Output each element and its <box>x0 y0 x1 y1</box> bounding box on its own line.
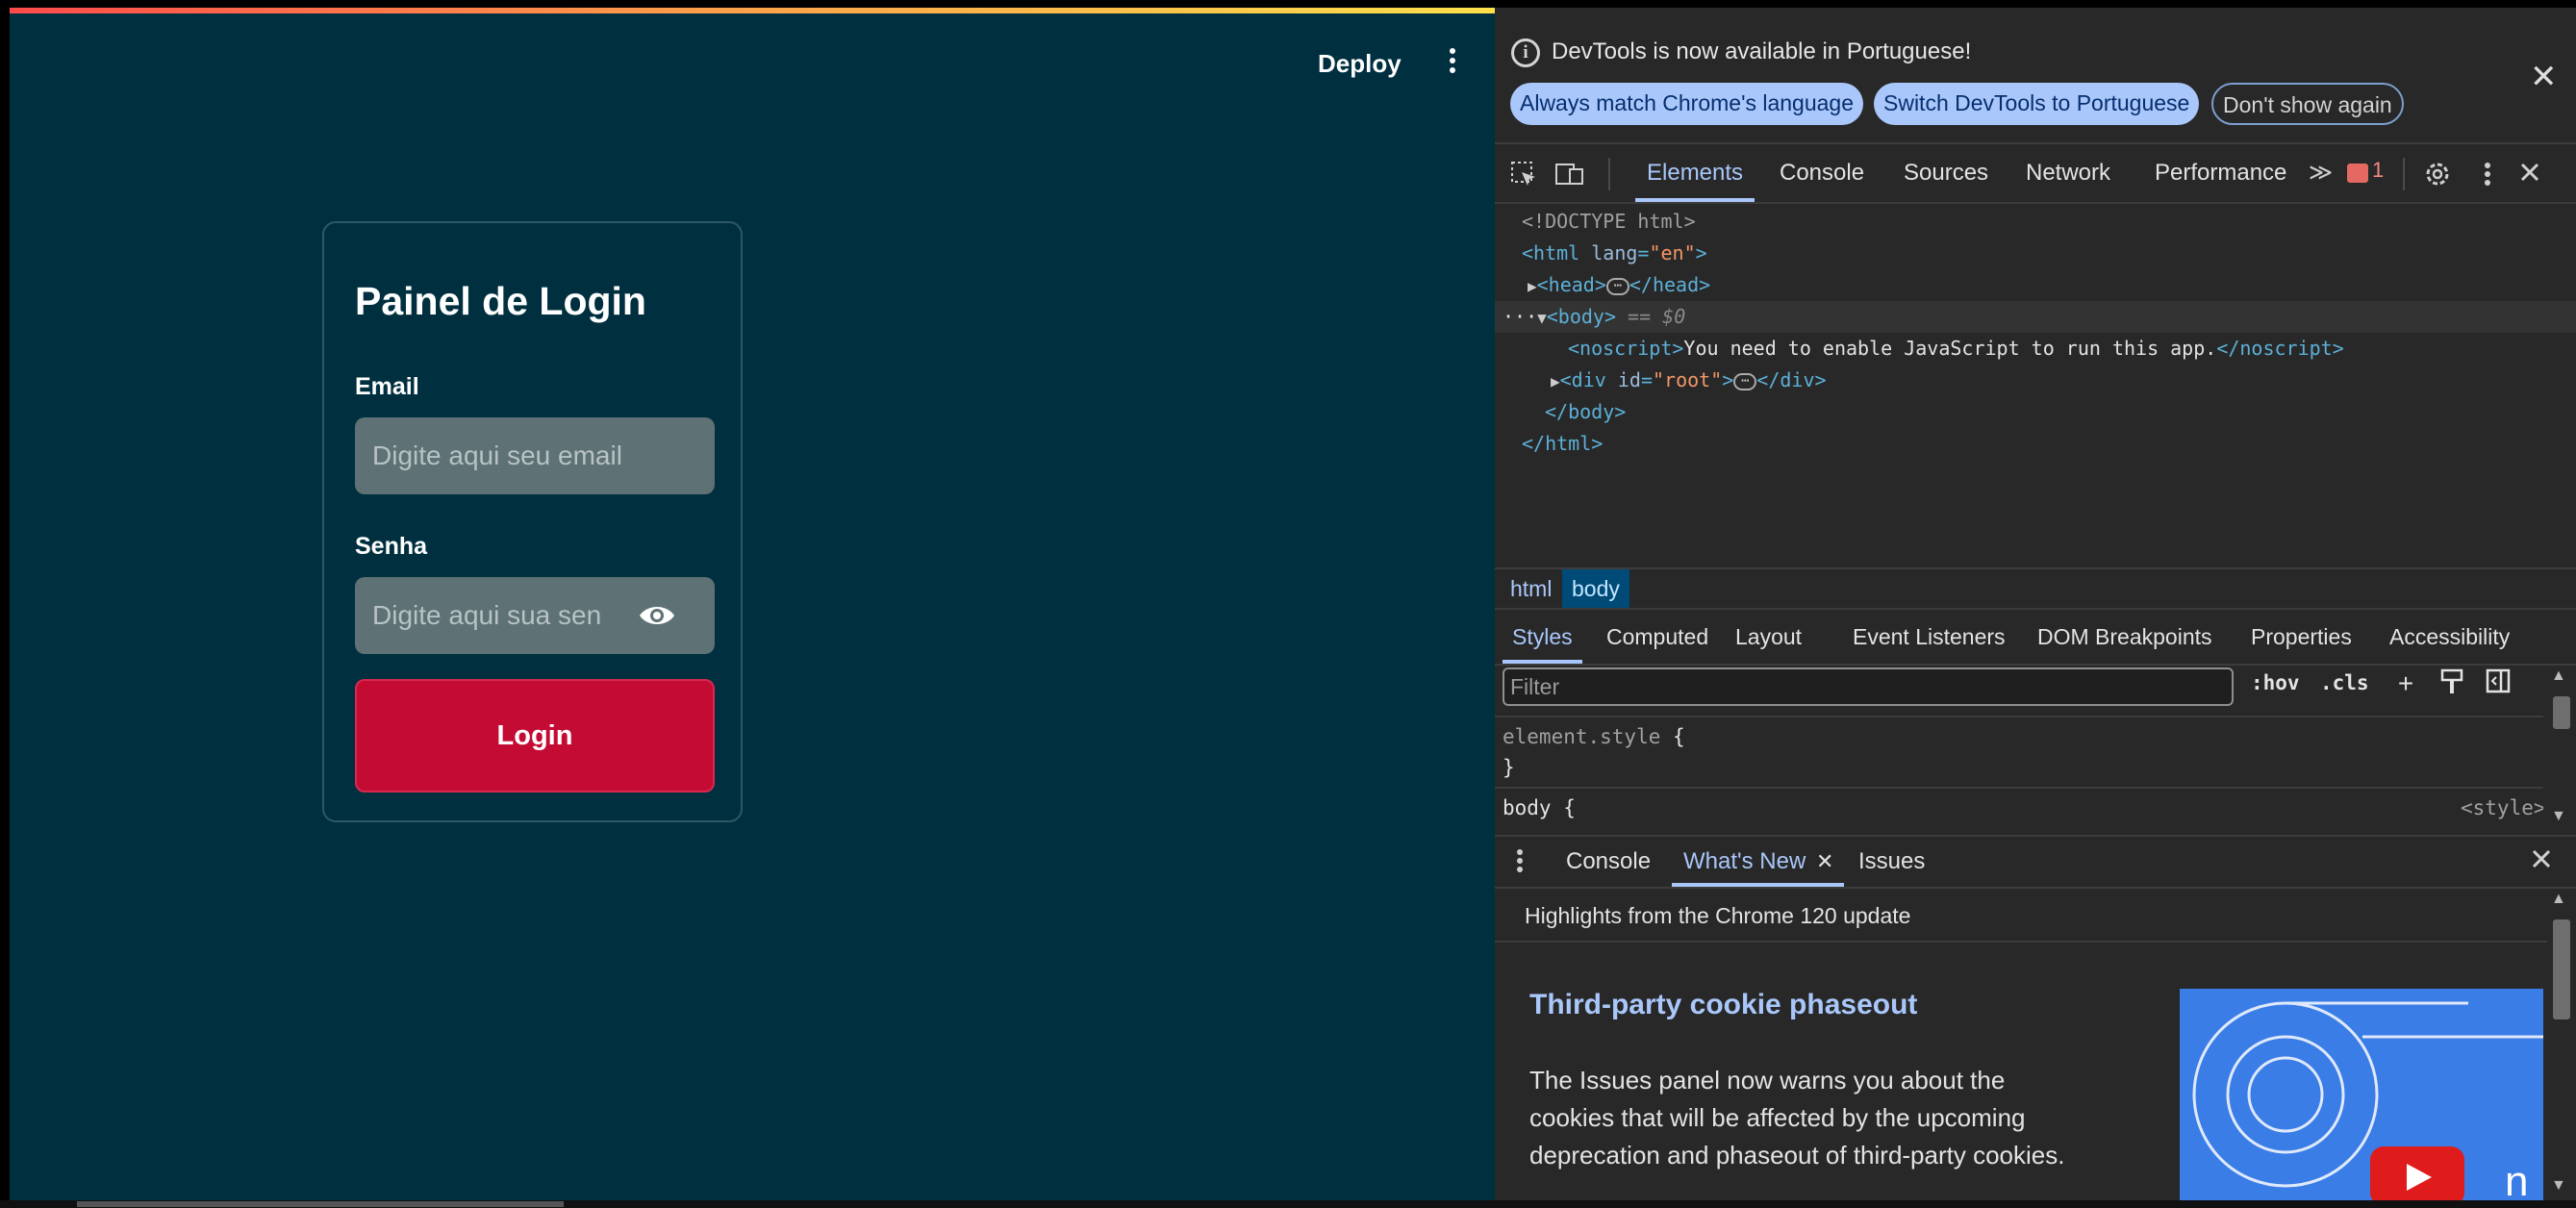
dom-html-close[interactable]: </html> <box>1522 428 1603 460</box>
dom-tree: <!DOCTYPE html> <html lang="en"> ▶<head>… <box>1495 204 2576 575</box>
switch-to-portuguese-button[interactable]: Switch DevTools to Portuguese <box>1874 83 2200 125</box>
tab-properties[interactable]: Properties <box>2251 610 2352 664</box>
styles-subtabs: Styles Computed Layout Event Listeners D… <box>1495 610 2576 666</box>
kebab-icon[interactable] <box>2472 160 2503 190</box>
tab-elements[interactable]: Elements <box>1634 144 1755 202</box>
svg-text:n: n <box>2505 1158 2528 1202</box>
tab-computed[interactable]: Computed <box>1606 610 1708 664</box>
email-placeholder: Digite aqui seu email <box>372 440 622 470</box>
styles-pane: element.style { } body { <style> <box>1495 716 2543 835</box>
toggle-sidebar-icon[interactable] <box>2482 667 2514 702</box>
tab-event-listeners[interactable]: Event Listeners <box>1853 610 2006 664</box>
breadcrumb-body[interactable]: body <box>1562 569 1629 608</box>
drawer-tabbar: Console What's New ✕ Issues <box>1495 837 2576 889</box>
login-title: Painel de Login <box>355 279 646 323</box>
tab-styles[interactable]: Styles <box>1503 610 1582 664</box>
infobar-close-icon[interactable]: ✕ <box>2530 58 2558 96</box>
app-menu-kebab-icon[interactable] <box>1441 44 1464 83</box>
close-devtools-icon[interactable] <box>2514 160 2545 190</box>
close-whats-new-icon[interactable]: ✕ <box>1816 837 1833 887</box>
styles-scrollbar[interactable]: ▲ ▼ <box>2547 667 2576 831</box>
gear-icon[interactable] <box>2422 160 2453 190</box>
app-viewport: Deploy Painel de Login Email Digite aqui… <box>10 8 1495 1200</box>
drawer-menu-kebab-icon[interactable] <box>1504 846 1535 877</box>
dom-noscript[interactable]: <noscript>You need to enable JavaScript … <box>1568 333 2344 365</box>
styles-filter-input[interactable]: Filter <box>1503 667 2234 706</box>
screen: Deploy Painel de Login Email Digite aqui… <box>0 0 2576 1208</box>
devtools-main-toolbar: Elements Console Sources Network Perform… <box>1495 144 2576 204</box>
cls-toggle[interactable]: .cls <box>2320 671 2369 694</box>
element-style-rule[interactable]: element.style { <box>1503 725 1685 748</box>
element-style-close: } <box>1503 756 1515 779</box>
dom-body-close[interactable]: </body> <box>1545 396 1626 428</box>
deploy-button[interactable]: Deploy <box>1318 46 1402 81</box>
password-field[interactable]: Digite aqui sua sen <box>355 577 715 654</box>
device-toolbar-icon[interactable] <box>1554 160 1585 190</box>
always-match-language-button[interactable]: Always match Chrome's language <box>1510 83 1863 125</box>
tab-dom-breakpoints[interactable]: DOM Breakpoints <box>2037 610 2212 664</box>
dom-doctype[interactable]: <!DOCTYPE html> <box>1522 206 1696 238</box>
infobar-message: DevTools is now available in Portuguese! <box>1552 38 1972 64</box>
paint-brush-icon[interactable] <box>2436 667 2468 702</box>
horizontal-scrollbar[interactable] <box>77 1201 564 1207</box>
dom-head[interactable]: ▶<head> ⋯ </head> <box>1528 269 1710 301</box>
app-top-decoration <box>10 8 1495 13</box>
tab-sources[interactable]: Sources <box>1904 144 1988 202</box>
eye-icon[interactable] <box>638 602 676 629</box>
article-title[interactable]: Third-party cookie phaseout <box>1529 989 1917 1021</box>
tab-network[interactable]: Network <box>2026 144 2110 202</box>
devtools-panel: i DevTools is now available in Portugues… <box>1495 8 2576 1202</box>
style-source-link[interactable]: <style> <box>2461 796 2543 819</box>
login-button[interactable]: Login <box>355 679 715 793</box>
breadcrumb-html[interactable]: html <box>1501 569 1561 608</box>
error-count[interactable]: 1 <box>2372 158 2384 183</box>
breadcrumb: html body <box>1495 567 2576 610</box>
drawer-tab-issues[interactable]: Issues <box>1858 837 1925 887</box>
tab-console[interactable]: Console <box>1780 144 1864 202</box>
login-form-card: Painel de Login Email Digite aqui seu em… <box>322 221 743 822</box>
error-badge-icon[interactable] <box>2347 164 2368 183</box>
filter-placeholder: Filter <box>1510 674 1560 699</box>
new-style-rule-icon[interactable]: + <box>2389 667 2422 702</box>
video-thumbnail[interactable]: n <box>2180 989 2543 1202</box>
tab-layout[interactable]: Layout <box>1735 610 1802 664</box>
inspect-element-icon[interactable] <box>1508 160 1539 190</box>
body-rule[interactable]: body { <box>1503 796 1576 819</box>
password-label: Senha <box>355 533 428 560</box>
close-drawer-icon[interactable] <box>2526 846 2557 877</box>
email-label: Email <box>355 373 419 400</box>
devtools-drawer: Console What's New ✕ Issues Highlights f… <box>1495 835 2576 1202</box>
email-field[interactable]: Digite aqui seu email <box>355 417 715 494</box>
drawer-tab-console[interactable]: Console <box>1566 837 1651 887</box>
highlights-text: Highlights from the Chrome 120 update <box>1525 903 1911 928</box>
article-body: The Issues panel now warns you about the… <box>1529 1066 2065 1170</box>
hov-toggle[interactable]: :hov <box>2251 671 2300 694</box>
tab-performance[interactable]: Performance <box>2155 144 2286 202</box>
info-icon: i <box>1511 38 1540 67</box>
dom-div-root[interactable]: ▶<div id="root"> ⋯ </div> <box>1551 365 1827 396</box>
drawer-tab-whats-new[interactable]: What's New <box>1671 837 1845 887</box>
whats-new-header: Highlights from the Chrome 120 update <box>1495 891 2547 943</box>
language-infobar: i DevTools is now available in Portugues… <box>1495 8 2576 144</box>
tab-accessibility[interactable]: Accessibility <box>2389 610 2510 664</box>
dont-show-again-button[interactable]: Don't show again <box>2211 83 2404 125</box>
dom-body-selected[interactable]: ···▼<body> == $0 <box>1495 301 2576 333</box>
password-placeholder: Digite aqui sua sen <box>372 600 602 630</box>
dom-html-open[interactable]: <html lang="en"> <box>1522 238 1707 269</box>
drawer-scrollbar[interactable]: ▲ ▼ <box>2547 891 2576 1198</box>
more-tabs-icon[interactable]: ≫ <box>2309 144 2333 202</box>
play-button-icon[interactable] <box>2370 1146 2464 1202</box>
